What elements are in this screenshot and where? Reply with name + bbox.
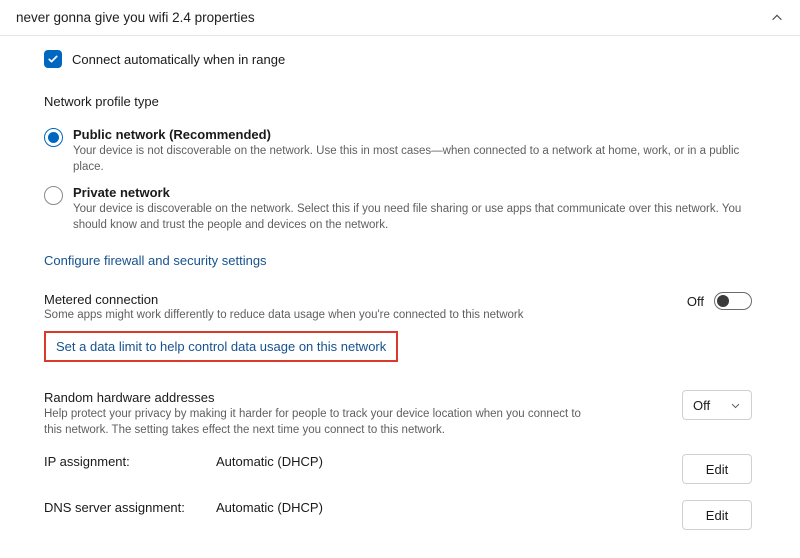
random-hw-value: Off xyxy=(693,398,710,413)
dns-edit-button[interactable]: Edit xyxy=(682,500,752,530)
properties-body: Connect automatically when in range Netw… xyxy=(0,36,800,558)
connect-auto-row: Connect automatically when in range xyxy=(44,50,756,68)
ip-value: Automatic (DHCP) xyxy=(214,454,682,469)
profile-section-title: Network profile type xyxy=(44,94,756,109)
profile-private-desc: Your device is discoverable on the netwo… xyxy=(73,202,756,233)
profile-private-radio[interactable] xyxy=(44,186,63,205)
metered-desc: Some apps might work differently to redu… xyxy=(44,309,524,321)
connect-auto-label: Connect automatically when in range xyxy=(72,52,285,67)
dns-label: DNS server assignment: xyxy=(44,500,214,515)
profile-public-item: Public network (Recommended) Your device… xyxy=(44,127,756,175)
profile-public-label: Public network (Recommended) xyxy=(73,127,756,142)
connect-auto-checkbox[interactable] xyxy=(44,50,62,68)
dns-value: Automatic (DHCP) xyxy=(214,500,682,515)
metered-title: Metered connection xyxy=(44,292,524,307)
metered-toggle-text: Off xyxy=(687,294,704,309)
metered-row: Metered connection Some apps might work … xyxy=(44,292,756,321)
metered-toggle-wrap: Off xyxy=(687,292,752,310)
random-hw-desc: Help protect your privacy by making it h… xyxy=(44,407,584,438)
data-limit-link[interactable]: Set a data limit to help control data us… xyxy=(56,339,386,354)
data-limit-highlight: Set a data limit to help control data us… xyxy=(44,331,398,362)
random-hw-select[interactable]: Off xyxy=(682,390,752,420)
profile-radio-group: Public network (Recommended) Your device… xyxy=(44,127,756,233)
profile-private-item: Private network Your device is discovera… xyxy=(44,185,756,233)
configure-firewall-link[interactable]: Configure firewall and security settings xyxy=(44,253,267,268)
ip-edit-button[interactable]: Edit xyxy=(682,454,752,484)
ip-row: IP assignment: Automatic (DHCP) Edit xyxy=(44,446,756,492)
properties-title: never gonna give you wifi 2.4 properties xyxy=(16,10,255,25)
profile-public-radio[interactable] xyxy=(44,128,63,147)
profile-public-desc: Your device is not discoverable on the n… xyxy=(73,144,756,175)
profile-private-label: Private network xyxy=(73,185,756,200)
random-hw-title: Random hardware addresses xyxy=(44,390,682,405)
random-hw-row: Random hardware addresses Help protect y… xyxy=(44,382,756,446)
chevron-up-icon xyxy=(770,11,784,25)
metered-toggle[interactable] xyxy=(714,292,752,310)
properties-header[interactable]: never gonna give you wifi 2.4 properties xyxy=(0,0,800,36)
ip-label: IP assignment: xyxy=(44,454,214,469)
dns-row: DNS server assignment: Automatic (DHCP) … xyxy=(44,492,756,538)
